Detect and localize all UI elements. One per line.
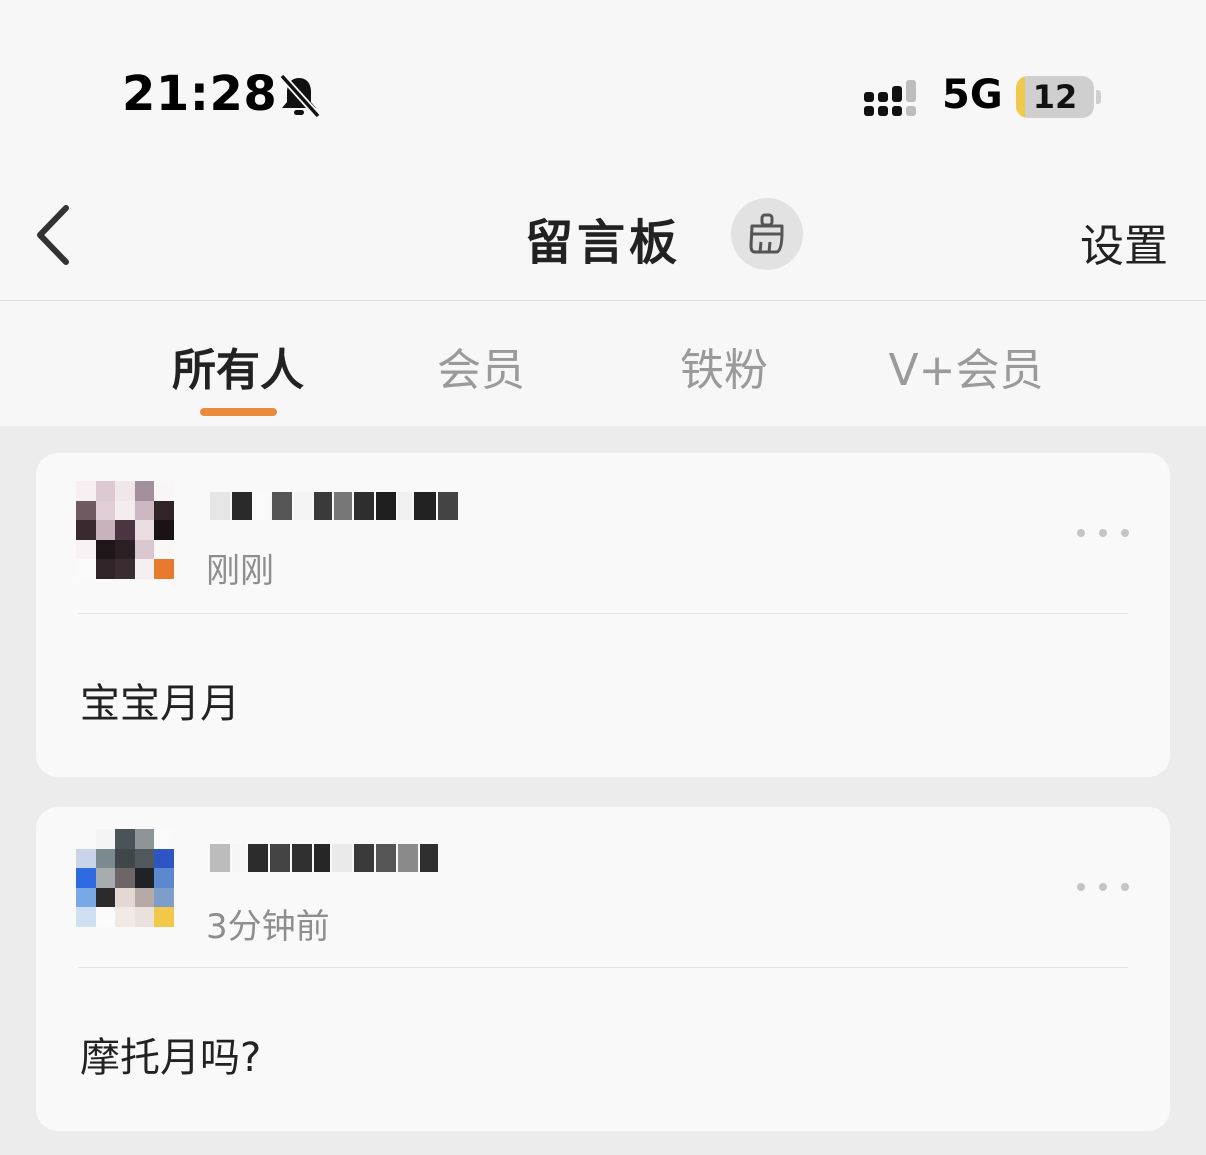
more-options-icon[interactable]: [1076, 528, 1132, 538]
active-tab-indicator: [200, 408, 277, 416]
page-title: 留言板: [524, 215, 681, 271]
message-text: 宝宝月月: [80, 681, 240, 727]
bell-muted-icon: [279, 73, 321, 119]
clean-button[interactable]: [731, 198, 803, 270]
status-time: 21:28: [122, 66, 278, 122]
card-divider: [78, 613, 1128, 614]
message-card: 3分钟前 摩托月吗?: [36, 807, 1170, 1131]
tab-everyone[interactable]: 所有人: [138, 334, 338, 398]
username-redacted[interactable]: [210, 835, 438, 881]
message-text: 摩托月吗?: [80, 1035, 262, 1081]
message-card: 刚刚 宝宝月月: [36, 453, 1170, 777]
message-time: 刚刚: [206, 551, 274, 591]
message-time: 3分钟前: [206, 907, 330, 947]
broom-icon: [749, 213, 784, 254]
nav-divider: [0, 300, 1206, 301]
settings-button[interactable]: 设置: [1080, 210, 1168, 274]
network-type: 5G: [942, 72, 1003, 118]
battery-level: 12: [1032, 78, 1078, 116]
avatar[interactable]: [76, 481, 174, 579]
battery-icon: 12: [1016, 76, 1094, 118]
more-options-icon[interactable]: [1076, 882, 1132, 892]
card-divider: [78, 967, 1128, 968]
tab-vplus-members[interactable]: V+会员: [866, 334, 1066, 398]
username-redacted[interactable]: [210, 483, 458, 529]
signal-icon: [864, 80, 916, 116]
tab-iron-fans[interactable]: 铁粉: [624, 334, 824, 398]
tab-members[interactable]: 会员: [381, 334, 581, 398]
avatar[interactable]: [76, 829, 174, 927]
battery-cap: [1096, 90, 1101, 104]
